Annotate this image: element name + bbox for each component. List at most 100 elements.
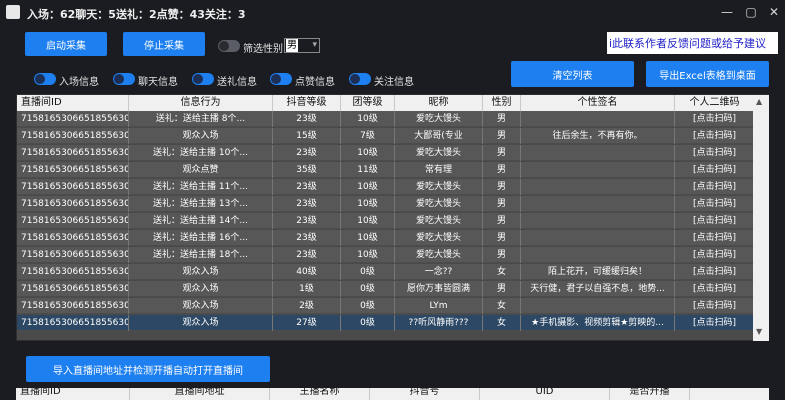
table-row[interactable]: 7158165306651855630 观众入场 1级 0级 愿你万事皆圆满男天行健，君…: [17, 281, 768, 297]
table-row[interactable]: 7158165306651855630 送礼：送给主播 11个... 23级 10级爱…: [17, 179, 768, 195]
filter-label-follow: 关注信息: [374, 77, 414, 88]
maximize-icon[interactable]: ▢: [743, 4, 759, 20]
cell-nickname: 大鄙哥(专业: [395, 128, 483, 144]
cell-qrcode[interactable]: [点击扫码]: [675, 264, 755, 280]
cell-action: 送礼：送给主播 10个...: [129, 145, 273, 161]
start-collect-button[interactable]: 启动采集: [25, 32, 107, 56]
table-row[interactable]: 7158165306651855630 观众入场 27级 0级 ??听风静雨??? 女 ★手…: [17, 315, 768, 331]
cell-action: 观众点赞: [129, 162, 273, 178]
close-icon[interactable]: ✕: [766, 4, 782, 20]
filter-toggle-enter[interactable]: [34, 73, 56, 85]
cell-action: 送礼：送给主播 16个...: [129, 230, 273, 246]
minimize-icon[interactable]: —: [719, 4, 735, 20]
table-row[interactable]: 7158165306651855630观众点赞35级11级常有理男[点击扫码]2…: [17, 162, 768, 178]
table-row[interactable]: 7158165306651855630 送礼：送给主播 14个... 23级 10级爱…: [17, 213, 768, 229]
cell-gender: 男: [483, 196, 521, 212]
feedback-marquee[interactable]: i此联系作者反馈问题或给予建议: [607, 32, 778, 54]
cell-qrcode[interactable]: [点击扫码]: [675, 145, 755, 161]
column-header-qrcode[interactable]: 个人二维码: [675, 95, 755, 111]
column-header-anchor-name[interactable]: 主播名称: [270, 388, 370, 400]
cell-douyin-level: 40级: [273, 264, 341, 280]
cell-action: 送礼：送给主播 8个...: [129, 111, 273, 127]
table-row[interactable]: 7158165306651855630 送礼：送给主播 10个... 23级 10级爱…: [17, 145, 768, 161]
table-row[interactable]: 7158165306651855630 送礼：送给主播 16个... 23级 10级爱…: [17, 230, 768, 246]
cell-qrcode[interactable]: [点击扫码]: [675, 196, 755, 212]
table-row[interactable]: 7158165306651855630 观众入场 15级 7级 大鄙哥(专业男往后余生，…: [17, 128, 768, 144]
table-row[interactable]: 7158165306651855630 送礼：送给主播 13个... 23级 10级爱…: [17, 196, 768, 212]
cell-action: 观众入场: [129, 128, 273, 144]
cell-douyin-level: 23级: [273, 230, 341, 246]
cell-fan-level: 10级: [341, 179, 395, 195]
cell-qrcode[interactable]: [点击扫码]: [675, 315, 755, 331]
export-excel-button[interactable]: 导出Excel表格到桌面: [646, 61, 769, 87]
cell-gender: 男: [483, 247, 521, 263]
column-header-signature[interactable]: 个性签名: [521, 95, 675, 111]
cell-fan-level: 10级: [341, 196, 395, 212]
cell-fan-level: 0级: [341, 264, 395, 280]
filter-toggle-follow[interactable]: [349, 73, 371, 85]
live-events-table[interactable]: 直播间ID 信息行为 抖音等级 团等级 昵称 性别 个性签名 个人二维码 715…: [16, 94, 769, 341]
cell-qrcode[interactable]: [点击扫码]: [675, 230, 755, 246]
cell-gender: 男: [483, 213, 521, 229]
column-header-douyin-id[interactable]: 抖音号: [370, 388, 480, 400]
cell-qrcode[interactable]: [点击扫码]: [675, 179, 755, 195]
cell-action: 观众入场: [129, 281, 273, 297]
cell-signature: ★手机摄影、视频剪辑★剪映的...: [521, 315, 675, 331]
column-header-uid[interactable]: UID: [480, 388, 610, 400]
cell-qrcode[interactable]: [点击扫码]: [675, 281, 755, 297]
column-header-douyin-level[interactable]: 抖音等级: [273, 95, 341, 111]
cell-action: 观众入场: [129, 264, 273, 280]
filter-label-like: 点赞信息: [295, 77, 335, 88]
cell-room-id: 7158165306651855630: [21, 179, 129, 195]
cell-douyin-level: 23级: [273, 213, 341, 229]
cell-action: 观众入场: [129, 298, 273, 314]
cell-nickname: 爱吃大馒头: [395, 111, 483, 127]
cell-qrcode[interactable]: [点击扫码]: [675, 162, 755, 178]
cell-signature: 天行健，君子以自强不息，地势...: [521, 281, 675, 297]
cell-qrcode[interactable]: [点击扫码]: [675, 111, 755, 127]
gender-select[interactable]: 男 ▾: [284, 38, 320, 53]
scroll-down-icon[interactable]: ▼: [756, 327, 762, 336]
cell-signature: [521, 247, 675, 263]
cell-qrcode[interactable]: [点击扫码]: [675, 128, 755, 144]
filter-toggle-chat[interactable]: [113, 73, 135, 85]
cell-fan-level: 7级: [341, 128, 395, 144]
table-vertical-scrollbar[interactable]: ▲ ▼: [753, 95, 769, 341]
gender-filter-label: 筛选性别: [243, 44, 283, 55]
cell-nickname: 爱吃大馒头: [395, 213, 483, 229]
filter-toggle-like[interactable]: [270, 73, 292, 85]
cell-douyin-level: 23级: [273, 111, 341, 127]
column-header-is-live[interactable]: 是否开播: [610, 388, 690, 400]
column-header-action[interactable]: 信息行为: [129, 95, 273, 111]
table-row[interactable]: 7158165306651855630观众入场2级0级LYm女[点击扫码]30: [17, 298, 768, 314]
cell-fan-level: 10级: [341, 111, 395, 127]
cell-nickname: 愿你万事皆圆满: [395, 281, 483, 297]
cell-signature: [521, 145, 675, 161]
cell-signature: [521, 196, 675, 212]
filter-toggle-gift[interactable]: [192, 73, 214, 85]
gender-filter-toggle[interactable]: [218, 40, 240, 52]
cell-fan-level: 10级: [341, 247, 395, 263]
import-room-url-button[interactable]: 导入直播间地址并检测开播自动打开直播间: [26, 356, 270, 382]
scroll-up-icon[interactable]: ▲: [756, 97, 762, 106]
column-header-gender[interactable]: 性别: [483, 95, 521, 111]
cell-room-id: 7158165306651855630: [21, 264, 129, 280]
stop-collect-button[interactable]: 停止采集: [123, 32, 205, 56]
table-row[interactable]: 7158165306651855630 观众入场 40级 0级 一念?? 女陌上花开，可缓…: [17, 264, 768, 280]
cell-qrcode[interactable]: [点击扫码]: [675, 247, 755, 263]
column-header-room-id-2[interactable]: 直播间ID: [20, 388, 130, 400]
cell-qrcode[interactable]: [点击扫码]: [675, 298, 755, 314]
column-header-room-url[interactable]: 直播间地址: [130, 388, 270, 400]
table-row[interactable]: 7158165306651855630 送礼：送给主播 18个... 23级 10级爱…: [17, 247, 768, 263]
table-row[interactable]: 7158165306651855630 送礼：送给主播 8个... 23级 10级 爱吃…: [17, 111, 768, 127]
rooms-table-header: 直播间ID 直播间地址 主播名称 抖音号 UID 是否开播: [16, 388, 769, 400]
cell-gender: 女: [483, 315, 521, 331]
chevron-down-icon: ▾: [312, 40, 317, 50]
cell-gender: 女: [483, 264, 521, 280]
column-header-nickname[interactable]: 昵称: [395, 95, 483, 111]
cell-nickname: 常有理: [395, 162, 483, 178]
clear-list-button[interactable]: 清空列表: [511, 61, 634, 87]
cell-qrcode[interactable]: [点击扫码]: [675, 213, 755, 229]
column-header-room-id[interactable]: 直播间ID: [21, 95, 129, 111]
column-header-fan-level[interactable]: 团等级: [341, 95, 395, 111]
